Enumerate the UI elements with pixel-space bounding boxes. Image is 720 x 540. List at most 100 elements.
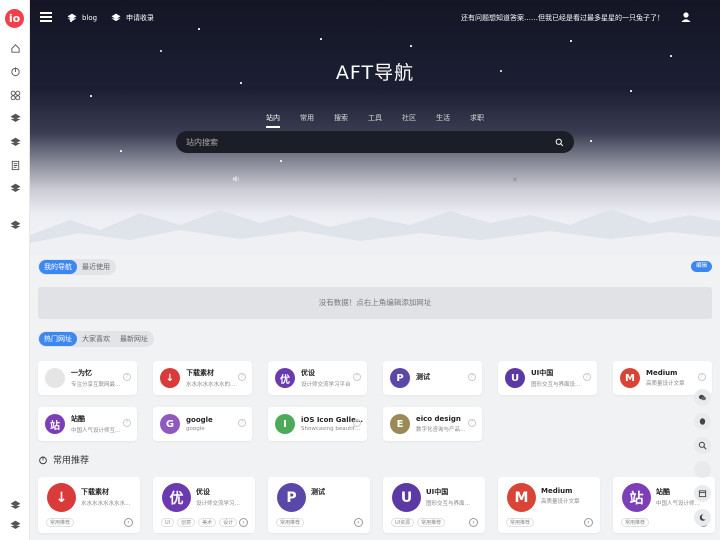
tag-list: 常用推荐: [621, 518, 650, 527]
site-card[interactable]: ↓ 下载素材 水水水水水水水的…?: [153, 361, 252, 395]
site-avatar: M: [507, 483, 536, 512]
layers-icon[interactable]: [8, 136, 22, 148]
info-icon[interactable]: ?: [238, 419, 246, 427]
recommend-card[interactable]: ↓ 下载素材 水水水水水水水水… 常用推荐 ›: [38, 477, 140, 533]
search-icon[interactable]: [694, 437, 711, 454]
volume-icon[interactable]: [232, 175, 240, 183]
recommend-card[interactable]: P 测试 常用推荐 ›: [268, 477, 370, 533]
tag[interactable]: 常用推荐: [276, 518, 305, 527]
layers-icon[interactable]: [8, 499, 22, 511]
site-avatar: 优: [162, 483, 191, 512]
close-icon[interactable]: ✕: [512, 176, 518, 184]
tab-hot[interactable]: 热门网址: [39, 332, 77, 346]
info-icon[interactable]: ?: [468, 373, 476, 381]
layers-icon[interactable]: [8, 519, 22, 531]
tag[interactable]: 常用推荐: [46, 518, 75, 527]
user-icon[interactable]: [680, 11, 692, 23]
info-icon[interactable]: ?: [353, 373, 361, 381]
search-tabs: 站内 常用 搜索 工具 社区 生活 求职: [30, 113, 720, 128]
tag[interactable]: 常用推荐: [506, 518, 535, 527]
arrow-right-icon[interactable]: ›: [584, 518, 593, 527]
site-desc: 设计师交流学习…: [196, 501, 241, 507]
recommend-card[interactable]: M Medium 高质量设计文章 常用推荐 ›: [498, 477, 600, 533]
site-card[interactable]: Ggoogle google?: [153, 407, 252, 441]
edit-button[interactable]: 编辑: [690, 261, 712, 272]
grid-icon[interactable]: [8, 89, 22, 101]
arrow-right-icon[interactable]: ›: [239, 518, 248, 527]
info-icon[interactable]: ?: [123, 373, 131, 381]
site-title: AFT导航: [335, 62, 415, 84]
qq-icon[interactable]: [694, 413, 711, 430]
search-icon[interactable]: [555, 138, 564, 147]
search-tab[interactable]: 社区: [402, 113, 416, 126]
tag[interactable]: 常用推荐: [621, 518, 650, 527]
site-card[interactable]: 一为忆 专注分享互联网最…?: [38, 361, 137, 395]
tag[interactable]: 创意: [177, 518, 196, 527]
site-avatar: 优: [275, 368, 295, 388]
home-icon[interactable]: [8, 42, 22, 54]
layers-icon[interactable]: [8, 112, 22, 124]
empty-message: 没有数据！点右上角编辑添加网址: [38, 287, 712, 319]
site-card[interactable]: 优优设 设计师交流学习平台?: [268, 361, 367, 395]
nav-link-blog[interactable]: blog: [67, 13, 97, 23]
tab-latest[interactable]: 最新网址: [115, 332, 153, 346]
site-logo[interactable]: io: [5, 9, 24, 28]
site-card[interactable]: IiOS Icon Gallery Showcasing beautif…?: [268, 407, 367, 441]
info-icon[interactable]: ?: [468, 419, 476, 427]
tag[interactable]: 常用推荐: [417, 518, 446, 527]
tag[interactable]: 设计: [219, 518, 238, 527]
timer-icon: [39, 455, 47, 464]
tab-my-nav[interactable]: 我的导航: [39, 260, 77, 274]
info-icon[interactable]: ?: [123, 419, 131, 427]
info-icon[interactable]: ?: [238, 373, 246, 381]
circle-icon[interactable]: [694, 461, 711, 478]
layers-icon[interactable]: [8, 182, 22, 194]
recommend-card[interactable]: U UI中国 图形交互与界面… UI资源 常用推荐 ›: [383, 477, 485, 533]
site-name: UI中国: [426, 488, 449, 496]
menu-icon[interactable]: [40, 12, 52, 22]
search-tab[interactable]: 常用: [300, 113, 314, 126]
arrow-right-icon[interactable]: ›: [124, 518, 133, 527]
site-card[interactable]: 站站酷 中国人气设计师互…?: [38, 407, 137, 441]
site-desc: google: [186, 426, 205, 432]
tab-recent[interactable]: 最近使用: [77, 260, 115, 274]
site-name: 下载素材: [81, 488, 109, 496]
tag[interactable]: UI资源: [391, 518, 415, 527]
layers-icon[interactable]: [8, 219, 22, 231]
nav-link-label: 申请收录: [126, 14, 154, 22]
site-avatar: 站: [45, 414, 65, 434]
site-avatar: P: [277, 483, 306, 512]
site-desc: 高质量设计文章: [541, 499, 580, 505]
search-tab[interactable]: 站内: [266, 113, 280, 128]
search-tab[interactable]: 搜索: [334, 113, 348, 126]
tag[interactable]: UI: [161, 518, 175, 527]
arrow-right-icon[interactable]: ›: [354, 518, 363, 527]
moon-icon[interactable]: [694, 509, 711, 526]
tag[interactable]: 美术: [198, 518, 217, 527]
site-card[interactable]: U UI中国 图形交互与界面设…?: [498, 361, 597, 395]
nav-link-submit[interactable]: 申请收录: [111, 13, 154, 23]
calendar-icon[interactable]: [694, 485, 711, 502]
arrow-right-icon[interactable]: ›: [469, 518, 478, 527]
info-icon[interactable]: ?: [353, 419, 361, 427]
search-input[interactable]: [186, 137, 555, 147]
search-tab[interactable]: 生活: [436, 113, 450, 126]
info-icon[interactable]: ?: [698, 373, 706, 381]
wechat-icon[interactable]: [694, 389, 711, 406]
tag-list: 常用推荐: [506, 518, 535, 527]
site-desc: 水水水水水水水的…: [186, 382, 236, 388]
document-icon[interactable]: [8, 159, 22, 171]
announcement-marquee[interactable]: 还有问题想知道答案……但我已经是看过最多星星的一只兔子了！: [461, 13, 664, 23]
tag-list: UI 创意 美术 设计: [161, 518, 238, 527]
tab-popular[interactable]: 大家喜欢: [77, 332, 115, 346]
site-avatar: [45, 368, 65, 388]
search-tab[interactable]: 求职: [470, 113, 484, 126]
site-card[interactable]: Eeico design 数字化咨询与产品…?: [383, 407, 482, 441]
recommend-card[interactable]: 优优设 设计师交流学习… UI 创意 美术 设计 ›: [153, 477, 255, 533]
timer-icon[interactable]: [8, 65, 22, 77]
site-avatar: ↓: [47, 483, 76, 512]
search-tab[interactable]: 工具: [368, 113, 382, 126]
site-card[interactable]: P 测试?: [383, 361, 482, 395]
info-icon[interactable]: ?: [583, 373, 591, 381]
site-avatar: ↓: [160, 368, 180, 388]
